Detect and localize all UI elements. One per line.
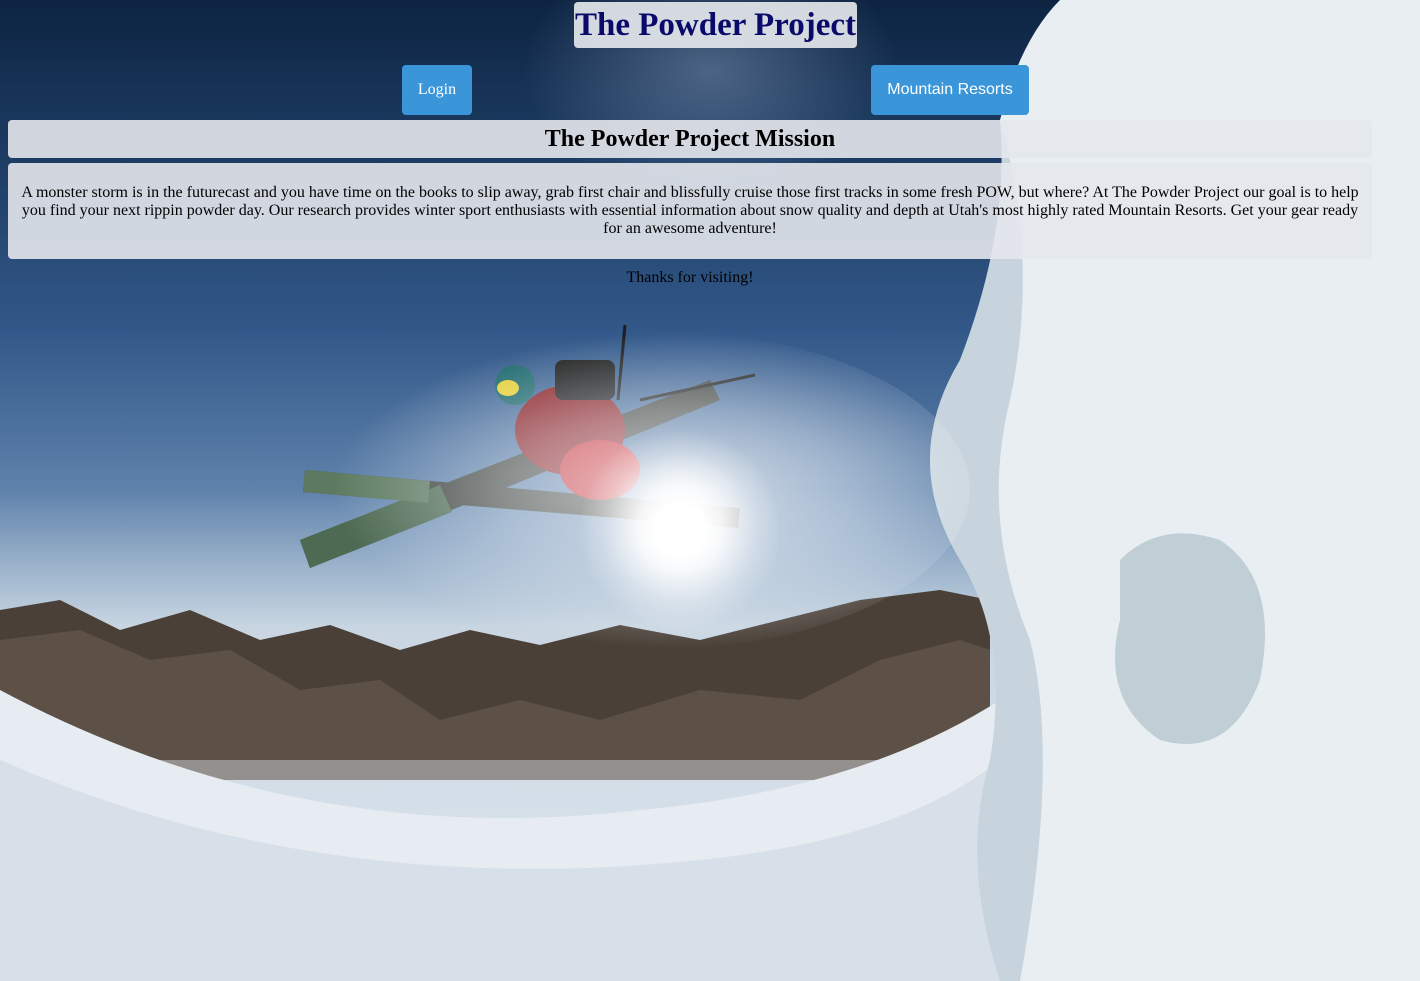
mission-text: A monster storm is in the futurecast and… [8, 163, 1372, 259]
mountain-resorts-button[interactable]: Mountain Resorts [871, 65, 1029, 115]
login-button[interactable]: Login [402, 65, 472, 115]
mission-heading: The Powder Project Mission [8, 120, 1372, 158]
cornice-shadow [1115, 533, 1265, 744]
thanks-message: Thanks for visiting! [626, 269, 754, 286]
sun [580, 430, 780, 630]
site-title: The Powder Project [574, 2, 857, 48]
